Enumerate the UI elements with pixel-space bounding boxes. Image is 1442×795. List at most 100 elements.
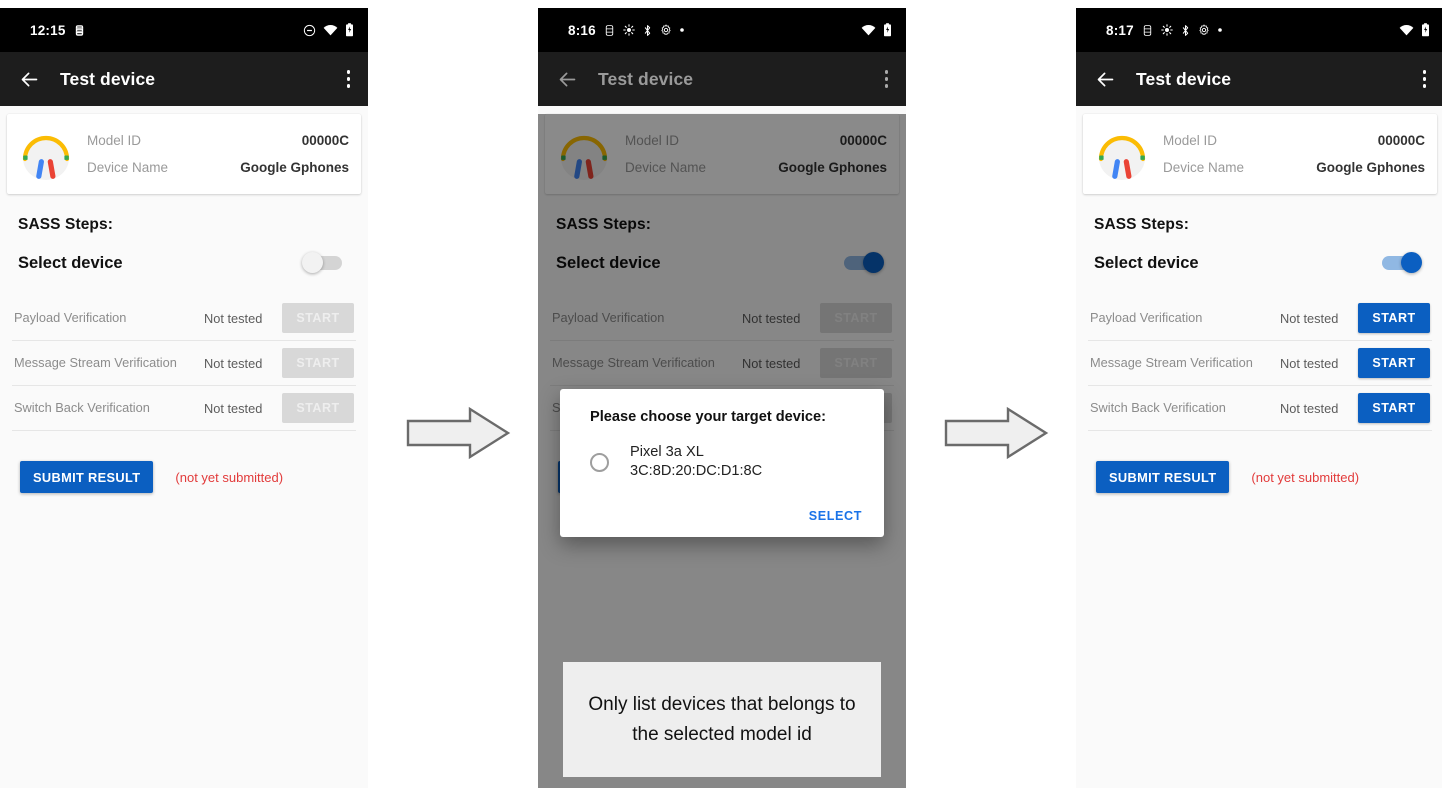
screen-body: Model ID 00000C Device Name Google Gphon… bbox=[538, 114, 906, 788]
select-device-label: Select device bbox=[1094, 253, 1199, 272]
screen-body: Model ID 00000C Device Name Google Gphon… bbox=[0, 114, 368, 788]
sync-icon bbox=[1161, 24, 1173, 36]
status-bar: 8:16 bbox=[538, 8, 906, 52]
sync-icon bbox=[623, 24, 635, 36]
status-bar: 12:15 bbox=[0, 8, 368, 52]
select-device-label: Select device bbox=[18, 253, 123, 272]
section-title: SASS Steps: bbox=[18, 216, 113, 233]
battery-icon bbox=[883, 23, 892, 37]
more-vert-icon[interactable] bbox=[1422, 70, 1426, 88]
submit-area: SUBMIT RESULT (not yet submitted) bbox=[1096, 461, 1442, 493]
start-button[interactable]: START bbox=[282, 393, 354, 423]
step-status: Not tested bbox=[204, 400, 263, 416]
step-row: Message Stream Verification Not tested S… bbox=[12, 341, 356, 386]
page-title: Test device bbox=[60, 68, 156, 89]
status-bar-left: 8:17 bbox=[1076, 23, 1223, 38]
submit-status-note: (not yet submitted) bbox=[1251, 469, 1360, 485]
step-status: Not tested bbox=[204, 355, 263, 371]
submit-area: SUBMIT RESULT (not yet submitted) bbox=[20, 461, 368, 493]
status-bar-right bbox=[303, 23, 354, 37]
start-button[interactable]: START bbox=[282, 303, 354, 333]
step-status: Not tested bbox=[1280, 310, 1339, 326]
radio-button-icon[interactable] bbox=[590, 452, 609, 472]
annotation-callout-text: Only list devices that belongs to the se… bbox=[588, 693, 856, 745]
status-bar-right bbox=[861, 23, 892, 37]
android-debug-icon bbox=[603, 24, 616, 37]
step-status: Not tested bbox=[204, 310, 263, 326]
device-option-name: Pixel 3a XL bbox=[630, 444, 704, 460]
select-device-row[interactable]: Select device bbox=[1094, 252, 1422, 274]
screen-body: Model ID 00000C Device Name Google Gphon… bbox=[1076, 114, 1442, 788]
device-chooser-dialog: Please choose your target device: Pixel … bbox=[560, 389, 884, 537]
select-device-toggle[interactable] bbox=[302, 252, 346, 274]
step-row: Switch Back Verification Not tested STAR… bbox=[12, 386, 356, 431]
phone-screen-3: 8:17 Test device Model ID 00000C Device … bbox=[1076, 8, 1442, 788]
arrow-back-icon[interactable] bbox=[1090, 64, 1120, 94]
app-bar: Test device bbox=[1076, 52, 1442, 106]
status-bar-clock: 8:17 bbox=[1106, 22, 1134, 38]
arrow-back-icon[interactable] bbox=[552, 64, 582, 94]
app-bar: Test device bbox=[0, 52, 368, 106]
model-id-label: Model ID bbox=[1163, 133, 1218, 148]
device-card: Model ID 00000C Device Name Google Gphon… bbox=[7, 114, 361, 194]
device-option-text: Pixel 3a XL 3C:8D:20:DC:D1:8C bbox=[630, 443, 762, 481]
status-bar-clock: 12:15 bbox=[30, 22, 66, 38]
status-bar-right bbox=[1399, 23, 1430, 37]
steps-list: Payload Verification Not tested START Me… bbox=[1088, 296, 1432, 431]
step-name: Payload Verification bbox=[14, 309, 127, 325]
status-bar-left: 8:16 bbox=[538, 23, 685, 38]
battery-icon bbox=[1421, 23, 1430, 37]
app-bar: Test device bbox=[538, 52, 906, 106]
device-card-row: Model ID 00000C bbox=[87, 127, 349, 154]
step-row: Message Stream Verification Not tested S… bbox=[1088, 341, 1432, 386]
device-name-value: Google Gphones bbox=[240, 160, 349, 175]
submit-status-note: (not yet submitted) bbox=[175, 469, 284, 485]
device-card-fields: Model ID 00000C Device Name Google Gphon… bbox=[77, 127, 349, 181]
status-bar-left: 12:15 bbox=[0, 23, 86, 38]
model-id-value: 00000C bbox=[301, 133, 349, 148]
page-title: Test device bbox=[1136, 68, 1232, 89]
step-name: Switch Back Verification bbox=[1090, 399, 1226, 415]
dialog-select-button[interactable]: SELECT bbox=[809, 509, 862, 523]
settings-icon bbox=[660, 24, 672, 36]
do-not-disturb-icon bbox=[303, 24, 316, 37]
status-bar-clock: 8:16 bbox=[568, 22, 596, 38]
start-button[interactable]: START bbox=[282, 348, 354, 378]
device-card-row: Device Name Google Gphones bbox=[1163, 154, 1425, 181]
step-name: Payload Verification bbox=[1090, 309, 1203, 325]
start-button[interactable]: START bbox=[1358, 348, 1430, 378]
device-option-mac: 3C:8D:20:DC:D1:8C bbox=[630, 463, 763, 479]
dialog-title: Please choose your target device: bbox=[590, 409, 827, 425]
start-button[interactable]: START bbox=[1358, 303, 1430, 333]
device-card-row: Model ID 00000C bbox=[1163, 127, 1425, 154]
submit-result-button[interactable]: SUBMIT RESULT bbox=[1096, 461, 1230, 493]
device-option-row[interactable]: Pixel 3a XL 3C:8D:20:DC:D1:8C bbox=[582, 443, 862, 481]
submit-result-button[interactable]: SUBMIT RESULT bbox=[20, 461, 154, 493]
wifi-icon bbox=[323, 24, 338, 36]
more-vert-icon[interactable] bbox=[884, 70, 888, 88]
settings-icon bbox=[1198, 24, 1210, 36]
step-row: Payload Verification Not tested START bbox=[1088, 296, 1432, 341]
device-name-label: Device Name bbox=[87, 160, 169, 175]
start-button[interactable]: START bbox=[1358, 393, 1430, 423]
device-name-value: Google Gphones bbox=[1316, 160, 1425, 175]
device-card-row: Device Name Google Gphones bbox=[87, 154, 349, 181]
flow-arrow-2 bbox=[942, 405, 1050, 461]
screenshot-canvas: 12:15 Test device Model ID 00000C Device… bbox=[0, 0, 1442, 795]
android-debug-icon bbox=[73, 24, 86, 37]
bluetooth-search-icon bbox=[1180, 24, 1191, 37]
dialog-actions: SELECT bbox=[582, 509, 862, 527]
select-device-row[interactable]: Select device bbox=[18, 252, 346, 274]
more-vert-icon[interactable] bbox=[346, 70, 350, 88]
step-status: Not tested bbox=[1280, 400, 1339, 416]
headphones-icon bbox=[1091, 125, 1153, 183]
status-bar: 8:17 bbox=[1076, 8, 1442, 52]
phone-screen-1: 12:15 Test device Model ID 00000C Device… bbox=[0, 8, 368, 788]
annotation-callout: Only list devices that belongs to the se… bbox=[563, 662, 881, 777]
device-name-label: Device Name bbox=[1163, 160, 1245, 175]
step-row: Payload Verification Not tested START bbox=[12, 296, 356, 341]
flow-arrow-1 bbox=[404, 405, 512, 461]
step-name: Message Stream Verification bbox=[14, 354, 177, 370]
arrow-back-icon[interactable] bbox=[14, 64, 44, 94]
select-device-toggle[interactable] bbox=[1378, 252, 1422, 274]
